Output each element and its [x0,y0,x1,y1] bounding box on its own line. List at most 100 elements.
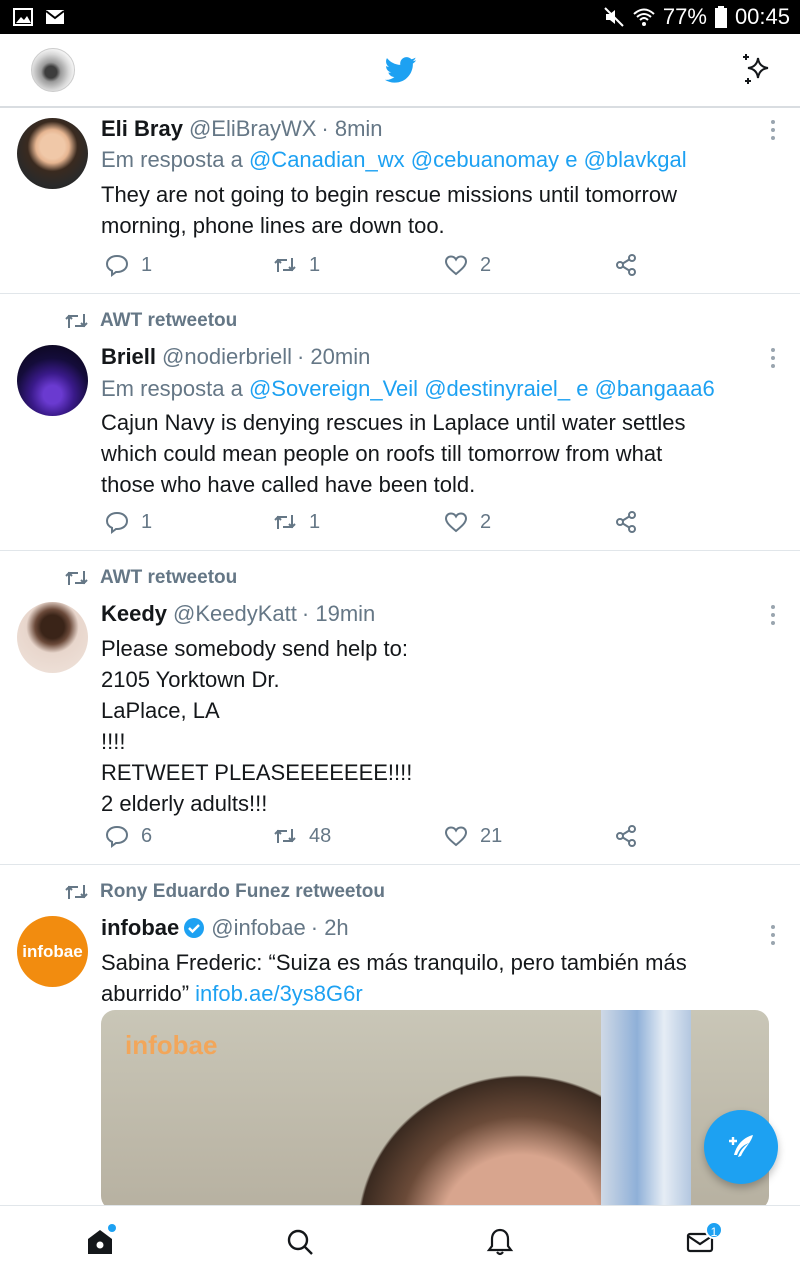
reply-icon [105,511,129,534]
reply-prefix: Em resposta a [101,376,243,401]
user-avatar[interactable]: infobae [17,916,88,987]
tweet-text-line: those who have called have been told. [101,472,476,497]
tweet-text-line: Cajun Navy is denying rescues in Laplace… [101,410,686,435]
like-count: 2 [480,510,492,533]
battery-icon [714,6,727,28]
mute-icon [604,7,624,27]
tweet-text-line: They are not going to begin rescue missi… [101,182,677,207]
mention-conjunction: e [565,147,578,172]
reply-count: 6 [141,824,153,847]
tweet-text-line: 2 elderly adults!!! [101,791,268,816]
tweet-time: · 19min [301,601,376,626]
retweet-context: Rony Eduardo Funez retweetou [64,881,385,903]
tweet-media-image[interactable]: infobae [101,1010,769,1210]
mention-link[interactable]: @destinyraiel_ [424,376,570,401]
sparkle-icon[interactable] [740,52,774,86]
tweet[interactable]: AWT retweetou Briell @nodierbriell · 20m… [0,294,800,551]
tweet-text-line: which could mean people on roofs till to… [101,441,663,466]
tweet-text-line: aburrido” infob.ae/3ys8G6r [101,978,761,1009]
media-photo-flag [601,1010,691,1210]
retweet-button[interactable]: 1 [273,510,320,534]
like-count: 21 [480,824,503,847]
tweet-text: Cajun Navy is denying rescues in Laplace… [101,407,761,500]
user-handle[interactable]: @nodierbriell [162,344,292,370]
battery-percent: 77% [662,4,707,29]
home-new-indicator [108,1224,116,1232]
user-name[interactable]: infobae [101,915,179,941]
retweet-icon [65,314,88,328]
tweet-text-line: Sabina Frederic: “Suiza es más tranquilo… [101,950,687,975]
search-icon[interactable] [284,1226,316,1258]
tweet-header: infobae @infobae · 2h [101,915,349,941]
retweet-count: 1 [309,253,321,276]
mention-link[interactable]: @Sovereign_Veil [249,376,418,401]
retweeted-by-text[interactable]: AWT retweetou [100,310,237,332]
tweet[interactable]: Eli Bray @EliBrayWX · 8min Em resposta a… [0,108,800,294]
more-options-icon[interactable] [768,120,778,144]
mention-link[interactable]: @blavkgal [584,147,687,172]
user-handle[interactable]: @infobae [211,915,306,941]
tweet-link[interactable]: infob.ae/3ys8G6r [195,981,363,1006]
reply-count: 1 [141,510,153,533]
reply-button[interactable]: 6 [105,824,152,848]
share-button[interactable] [614,253,638,277]
heart-icon [444,255,468,276]
reply-prefix: Em resposta a [101,147,243,172]
user-avatar[interactable] [17,602,88,673]
status-bar: 77% 00:45 [0,0,800,34]
reply-button[interactable]: 1 [105,510,152,534]
user-avatar[interactable] [17,118,88,189]
tweet-text-line: Please somebody send help to: [101,636,408,661]
tweet-text-fragment: aburrido” [101,981,190,1006]
like-button[interactable]: 2 [444,253,491,277]
user-avatar[interactable] [17,345,88,416]
tweet-text-line: morning, phone lines are down too. [101,213,445,238]
mail-notification-icon [45,10,65,24]
retweet-button[interactable]: 1 [273,253,320,277]
like-button[interactable]: 2 [444,510,491,534]
reply-button[interactable]: 1 [105,253,152,277]
twitter-logo-icon [385,57,417,83]
share-icon [616,511,636,533]
compose-tweet-button[interactable] [704,1110,778,1184]
mention-link[interactable]: @cebuanomay [411,147,559,172]
retweet-count: 48 [309,824,332,847]
user-name[interactable]: Keedy [101,601,167,627]
tweet-time: · 8min [321,116,383,141]
reply-icon [105,825,129,848]
wifi-icon [633,8,655,26]
more-options-icon[interactable] [768,925,778,949]
heart-icon [444,512,468,533]
notifications-bell-icon[interactable] [484,1226,516,1258]
tweet-actions: 6 48 21 [0,824,800,854]
retweeted-by-text[interactable]: AWT retweetou [100,567,237,589]
user-handle[interactable]: @EliBrayWX [189,116,316,142]
retweet-context: AWT retweetou [64,567,237,589]
tweet-text-line: LaPlace, LA [101,698,220,723]
mention-link[interactable]: @Canadian_wx [249,147,405,172]
media-watermark: infobae [125,1030,218,1060]
retweeted-by-text[interactable]: Rony Eduardo Funez retweetou [100,881,385,903]
mention-link[interactable]: @bangaaa6 [595,376,715,401]
more-options-icon[interactable] [768,605,778,629]
user-name[interactable]: Briell [101,344,156,370]
like-button[interactable]: 21 [444,824,502,848]
retweet-button[interactable]: 48 [273,824,331,848]
tweet[interactable]: AWT retweetou Keedy @KeedyKatt · 19min P… [0,551,800,865]
clock: 00:45 [734,4,790,29]
profile-avatar-button[interactable] [31,48,75,92]
share-button[interactable] [614,824,638,848]
tweet-header: Eli Bray @EliBrayWX · 8min [101,116,383,142]
image-notification-icon [13,8,33,26]
tweet-time: · 2h [310,915,349,940]
retweet-icon [274,258,296,272]
more-options-icon[interactable] [768,348,778,372]
tweet-text-line: !!!! [101,729,126,754]
tweet-text: They are not going to begin rescue missi… [101,179,761,241]
share-button[interactable] [614,510,638,534]
retweet-count: 1 [309,510,321,533]
reply-context: Em resposta a @Sovereign_Veil @destinyra… [101,376,715,402]
user-handle[interactable]: @KeedyKatt [173,601,297,627]
user-name[interactable]: Eli Bray [101,116,183,142]
share-icon [616,825,636,847]
